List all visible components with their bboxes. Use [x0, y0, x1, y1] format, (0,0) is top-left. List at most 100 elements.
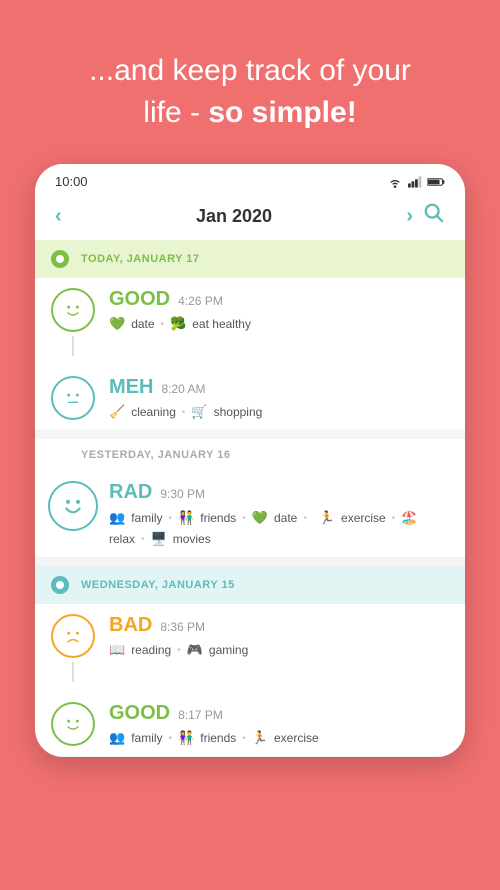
entry-mood-line-meh: MEH 8:20 AM: [109, 376, 449, 399]
tag-friends2: friends: [200, 731, 236, 745]
tag-gaming: gaming: [209, 643, 248, 657]
mood-name-good: GOOD: [109, 288, 170, 311]
entry-icon-col-meh: [51, 376, 95, 420]
entry-content-meh: MEH 8:20 AM 🧹 cleaning • 🛒 shopping: [109, 376, 449, 420]
mood-face-rad: [48, 481, 98, 531]
status-icons: [387, 176, 445, 188]
signal-icon: [408, 176, 422, 188]
dot7: •: [141, 534, 145, 545]
header-section: ...and keep track of your life - so simp…: [0, 0, 500, 164]
dot5: •: [303, 513, 307, 524]
tag-exercise: exercise: [341, 511, 386, 525]
tag-movies: movies: [173, 532, 211, 546]
mood-time-good-wed: 8:17 PM: [178, 708, 223, 722]
mood-time-bad: 8:36 PM: [160, 620, 205, 634]
mood-name-good-wed: GOOD: [109, 702, 170, 725]
today-dot: [51, 250, 69, 268]
mood-name-rad: RAD: [109, 481, 152, 504]
mood-face-good-wed: [51, 702, 95, 746]
tag-icon-family2: 👥: [109, 730, 125, 746]
tags-rad: 👥 family • 👫 friends • 💚 date • 🏃 exerci…: [109, 509, 449, 547]
dot10: •: [242, 733, 246, 744]
wednesday-header: WEDNESDAY, JANUARY 15: [35, 566, 465, 604]
tag-date2: date: [274, 511, 297, 525]
mood-name-bad: BAD: [109, 614, 152, 637]
phone-frame: 10:00 ‹ Jan 2020 ›: [35, 164, 465, 757]
mood-face-good: [51, 288, 95, 332]
tag-icon-broom: 🧹: [109, 404, 125, 420]
connector-bad: [72, 662, 74, 682]
tag-eat-healthy: eat healthy: [192, 317, 251, 331]
entry-mood-line-bad: BAD 8:36 PM: [109, 614, 449, 637]
today-section: TODAY, JANUARY 17 GOOD 4:26 PM: [35, 240, 465, 431]
tag-cleaning: cleaning: [131, 405, 176, 419]
mood-time-rad: 9:30 PM: [160, 487, 205, 501]
entry-good-wed: GOOD 8:17 PM 👥 family • 👫 friends • 🏃 ex…: [35, 692, 465, 756]
tag-icon: 💚: [109, 316, 125, 332]
tag-icon-gaming: 🎮: [187, 642, 203, 658]
dot3: •: [169, 513, 173, 524]
yesterday-section: YESTERDAY, JANUARY 16 RAD 9:30 PM: [35, 439, 465, 558]
status-bar: 10:00: [35, 164, 465, 194]
entry-content-bad: BAD 8:36 PM 📖 reading • 🎮 gaming: [109, 614, 449, 658]
tag-icon2: 🥦: [170, 316, 186, 332]
today-header: TODAY, JANUARY 17: [35, 240, 465, 278]
month-label: Jan 2020: [196, 206, 272, 227]
tag-icon-movies: 🖥️: [151, 531, 167, 547]
search-button[interactable]: [423, 202, 445, 230]
tag-relax: relax: [109, 532, 135, 546]
entry-content-rad: RAD 9:30 PM 👥 family • 👫 friends • 💚 dat…: [109, 481, 449, 547]
dot8: •: [177, 645, 181, 656]
tag-icon-exercise: 🏃: [319, 510, 335, 526]
tag-icon-friends2: 👫: [178, 730, 194, 746]
tag-exercise2: exercise: [274, 731, 319, 745]
tag-icon-relax: 🏖️: [401, 510, 417, 526]
mood-time-good: 4:26 PM: [178, 294, 223, 308]
mood-face-meh: [51, 376, 95, 420]
dot4: •: [242, 513, 246, 524]
tag-shopping: shopping: [214, 405, 263, 419]
header-line2: life - so simple!: [143, 96, 356, 129]
tag-family: family: [131, 511, 162, 525]
mood-face-bad: [51, 614, 95, 658]
section-divider-1: [35, 431, 465, 439]
today-label: TODAY, JANUARY 17: [81, 253, 200, 265]
tag-icon-reading: 📖: [109, 642, 125, 658]
status-time: 10:00: [55, 174, 88, 189]
tags-good-wed: 👥 family • 👫 friends • 🏃 exercise: [109, 730, 449, 746]
wednesday-label: WEDNESDAY, JANUARY 15: [81, 579, 235, 591]
yesterday-label: YESTERDAY, JANUARY 16: [81, 449, 230, 461]
entry-mood-line-rad: RAD 9:30 PM: [109, 481, 449, 504]
entry-mood-line-good: GOOD 4:26 PM: [109, 288, 449, 311]
wednesday-dot: [51, 576, 69, 594]
mood-name-meh: MEH: [109, 376, 153, 399]
entry-bad: BAD 8:36 PM 📖 reading • 🎮 gaming: [35, 604, 465, 692]
entry-icon-col-rad: [51, 481, 95, 531]
next-month-button[interactable]: ›: [406, 205, 413, 228]
nav-bar: ‹ Jan 2020 ›: [35, 194, 465, 240]
header-line1: ...and keep track of your: [89, 54, 411, 87]
dot1: •: [161, 319, 165, 330]
section-divider-2: [35, 558, 465, 566]
connector-good: [72, 336, 74, 356]
dot2: •: [182, 407, 186, 418]
tag-reading: reading: [131, 643, 171, 657]
entry-good: GOOD 4:26 PM 💚 date • 🥦 eat healthy: [35, 278, 465, 366]
entry-icon-col-good-wed: [51, 702, 95, 746]
battery-icon: [427, 176, 445, 188]
tags-good: 💚 date • 🥦 eat healthy: [109, 316, 449, 332]
dot6: •: [392, 513, 396, 524]
mood-time-meh: 8:20 AM: [161, 382, 205, 396]
tag-family2: family: [131, 731, 162, 745]
tag-friends: friends: [200, 511, 236, 525]
dot9: •: [169, 733, 173, 744]
prev-month-button[interactable]: ‹: [55, 205, 62, 228]
tag-icon-cart: 🛒: [191, 404, 207, 420]
tags-bad: 📖 reading • 🎮 gaming: [109, 642, 449, 658]
entry-icon-col-bad: [51, 614, 95, 682]
entry-mood-line-good-wed: GOOD 8:17 PM: [109, 702, 449, 725]
entry-rad: RAD 9:30 PM 👥 family • 👫 friends • 💚 dat…: [35, 471, 465, 557]
wifi-icon: [387, 176, 403, 188]
tag-icon-friends: 👫: [178, 510, 194, 526]
entry-icon-col-good: [51, 288, 95, 356]
